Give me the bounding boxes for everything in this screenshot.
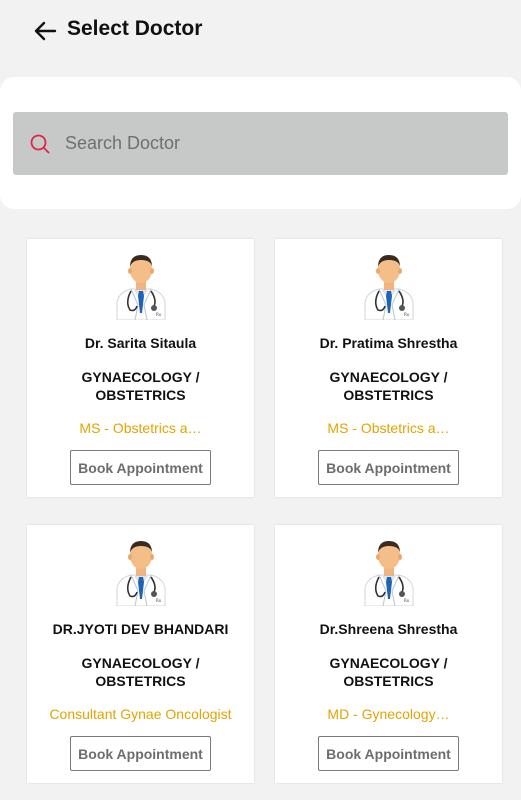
department-line: OBSTETRICS (95, 673, 186, 689)
department-line: OBSTETRICS (343, 387, 434, 403)
doctor-qualification: Consultant Gynae Oncologist (49, 706, 232, 722)
doctor-department: GYNAECOLOGY / OBSTETRICS (275, 654, 502, 690)
doctor-card[interactable]: Dr. Pratima Shrestha GYNAECOLOGY / OBSTE… (275, 239, 502, 497)
doctor-qualification: MD - Gynecology… (327, 706, 450, 722)
doctor-name: Dr. Sarita Sitaula (84, 335, 197, 351)
department-line: OBSTETRICS (95, 387, 186, 403)
department-line: GYNAECOLOGY / (329, 655, 448, 671)
search-card (0, 77, 521, 209)
doctor-avatar-icon (111, 250, 171, 320)
doctor-qualification: MS - Obstetrics a… (327, 420, 450, 436)
doctor-avatar-icon (359, 250, 419, 320)
book-appointment-button[interactable]: Book Appointment (70, 736, 211, 771)
book-appointment-button[interactable]: Book Appointment (70, 450, 211, 485)
search-box[interactable] (13, 112, 508, 175)
doctor-card[interactable]: Dr. Sarita Sitaula GYNAECOLOGY / OBSTETR… (27, 239, 254, 497)
doctor-name: Dr. Pratima Shrestha (319, 335, 458, 351)
page-title: Select Doctor (67, 17, 203, 40)
doctor-qualification: MS - Obstetrics a… (79, 420, 202, 436)
arrow-left-icon (34, 21, 57, 41)
department-line: GYNAECOLOGY / (81, 655, 200, 671)
search-icon (30, 134, 50, 154)
back-button[interactable] (30, 16, 60, 46)
book-appointment-button[interactable]: Book Appointment (318, 450, 459, 485)
book-appointment-button[interactable]: Book Appointment (318, 736, 459, 771)
doctor-card[interactable]: DR.JYOTI DEV BHANDARI GYNAECOLOGY / OBST… (27, 525, 254, 783)
doctor-department: GYNAECOLOGY / OBSTETRICS (27, 368, 254, 404)
doctor-department: GYNAECOLOGY / OBSTETRICS (275, 368, 502, 404)
doctor-card[interactable]: Dr.Shreena Shrestha GYNAECOLOGY / OBSTET… (275, 525, 502, 783)
search-input[interactable] (65, 112, 495, 175)
department-line: GYNAECOLOGY / (329, 369, 448, 385)
doctor-department: GYNAECOLOGY / OBSTETRICS (27, 654, 254, 690)
doctor-name: DR.JYOTI DEV BHANDARI (52, 621, 229, 637)
doctor-avatar-icon (111, 536, 171, 606)
department-line: GYNAECOLOGY / (81, 369, 200, 385)
doctor-avatar-icon (359, 536, 419, 606)
doctor-name: Dr.Shreena Shrestha (319, 621, 458, 637)
department-line: OBSTETRICS (343, 673, 434, 689)
app-header: Select Doctor (0, 0, 521, 62)
